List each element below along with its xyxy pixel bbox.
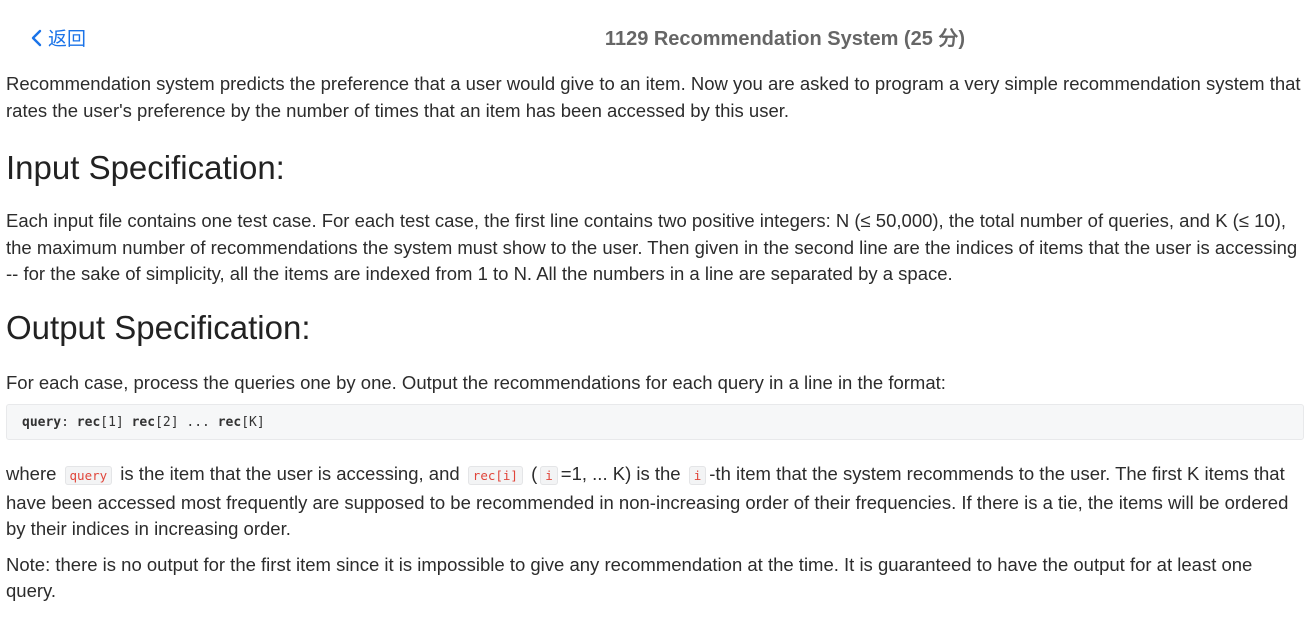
- inline-code-query: query: [64, 466, 113, 485]
- output-format-code-block: query: rec[1] rec[2] ... rec[K]: [6, 404, 1304, 440]
- output-spec-heading: Output Specification:: [6, 308, 311, 346]
- where-paragraph: where query is the item that the user is…: [6, 461, 1306, 543]
- problem-content: Recommendation system predicts the prefe…: [6, 70, 1306, 605]
- code-token: :: [61, 415, 77, 430]
- inline-code-i: i: [688, 466, 707, 485]
- code-token: [2] ...: [155, 415, 218, 430]
- page-title: 1129 Recommendation System (25 分): [604, 28, 966, 50]
- code-token: rec: [217, 415, 242, 430]
- text-span: where: [6, 463, 62, 484]
- code-token: [1]: [100, 415, 132, 430]
- code-token: [K]: [241, 415, 265, 430]
- input-spec-heading: Input Specification:: [6, 149, 285, 186]
- text-span: is the item that the user is accessing, …: [115, 463, 465, 484]
- top-bar: 返回 1129 Recommendation System (25 分): [0, 0, 1316, 72]
- inline-code-rec-i: rec[i]: [467, 466, 523, 485]
- inline-code-i: i: [540, 466, 558, 485]
- text-span: (: [525, 463, 538, 484]
- intro-paragraph: Recommendation system predicts the prefe…: [6, 73, 1301, 121]
- code-token: query: [22, 415, 62, 430]
- input-spec-paragraph: Each input file contains one test case. …: [6, 210, 1298, 284]
- code-token: rec: [131, 415, 156, 430]
- output-spec-paragraph: For each case, process the queries one b…: [6, 371, 946, 393]
- text-span: =1, ... K) is the: [560, 463, 686, 484]
- code-token: rec: [76, 415, 101, 430]
- note-paragraph: Note: there is no output for the first i…: [6, 553, 1253, 602]
